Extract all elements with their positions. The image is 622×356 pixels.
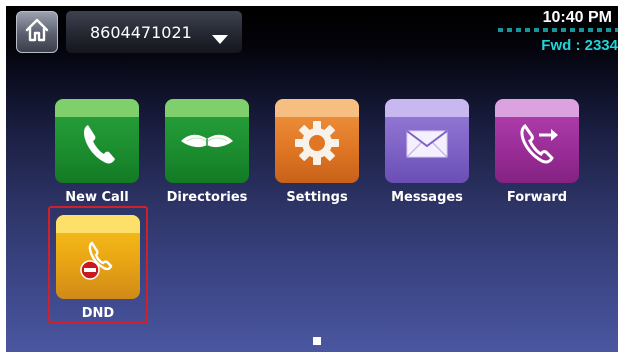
app-forward[interactable]: Forward [495, 99, 579, 205]
app-directories[interactable]: Directories [165, 99, 249, 205]
gear-icon [295, 121, 339, 165]
call-forward-icon [520, 123, 558, 164]
app-label: Settings [286, 190, 348, 205]
do-not-disturb-icon [80, 241, 113, 280]
forward-status: Fwd : 2334 [541, 37, 618, 54]
clock: 10:40 PM [542, 9, 612, 26]
phone-handset-icon [84, 125, 115, 164]
app-label: Forward [506, 190, 568, 205]
line-number: 8604471021 [90, 22, 192, 42]
app-settings[interactable]: Settings [275, 99, 359, 205]
app-new-call[interactable]: New Call [55, 99, 139, 205]
home-button[interactable] [16, 11, 58, 53]
app-label: Messages [391, 190, 463, 205]
app-dnd[interactable]: DND [56, 215, 140, 321]
open-book-icon [181, 134, 233, 148]
app-messages[interactable]: Messages [385, 99, 469, 205]
line-selector[interactable]: 8604471021 [66, 11, 242, 53]
page-indicator[interactable] [313, 337, 321, 345]
app-label: New Call [65, 190, 129, 205]
chevron-down-icon [212, 30, 228, 49]
status-marquee [498, 28, 618, 32]
app-label: Directories [166, 190, 248, 205]
phone-home-screen: 8604471021 10:40 PM Fwd : 2334 New Call [6, 6, 618, 352]
home-icon [24, 17, 50, 47]
envelope-icon [406, 130, 448, 158]
app-label: DND [81, 306, 115, 321]
